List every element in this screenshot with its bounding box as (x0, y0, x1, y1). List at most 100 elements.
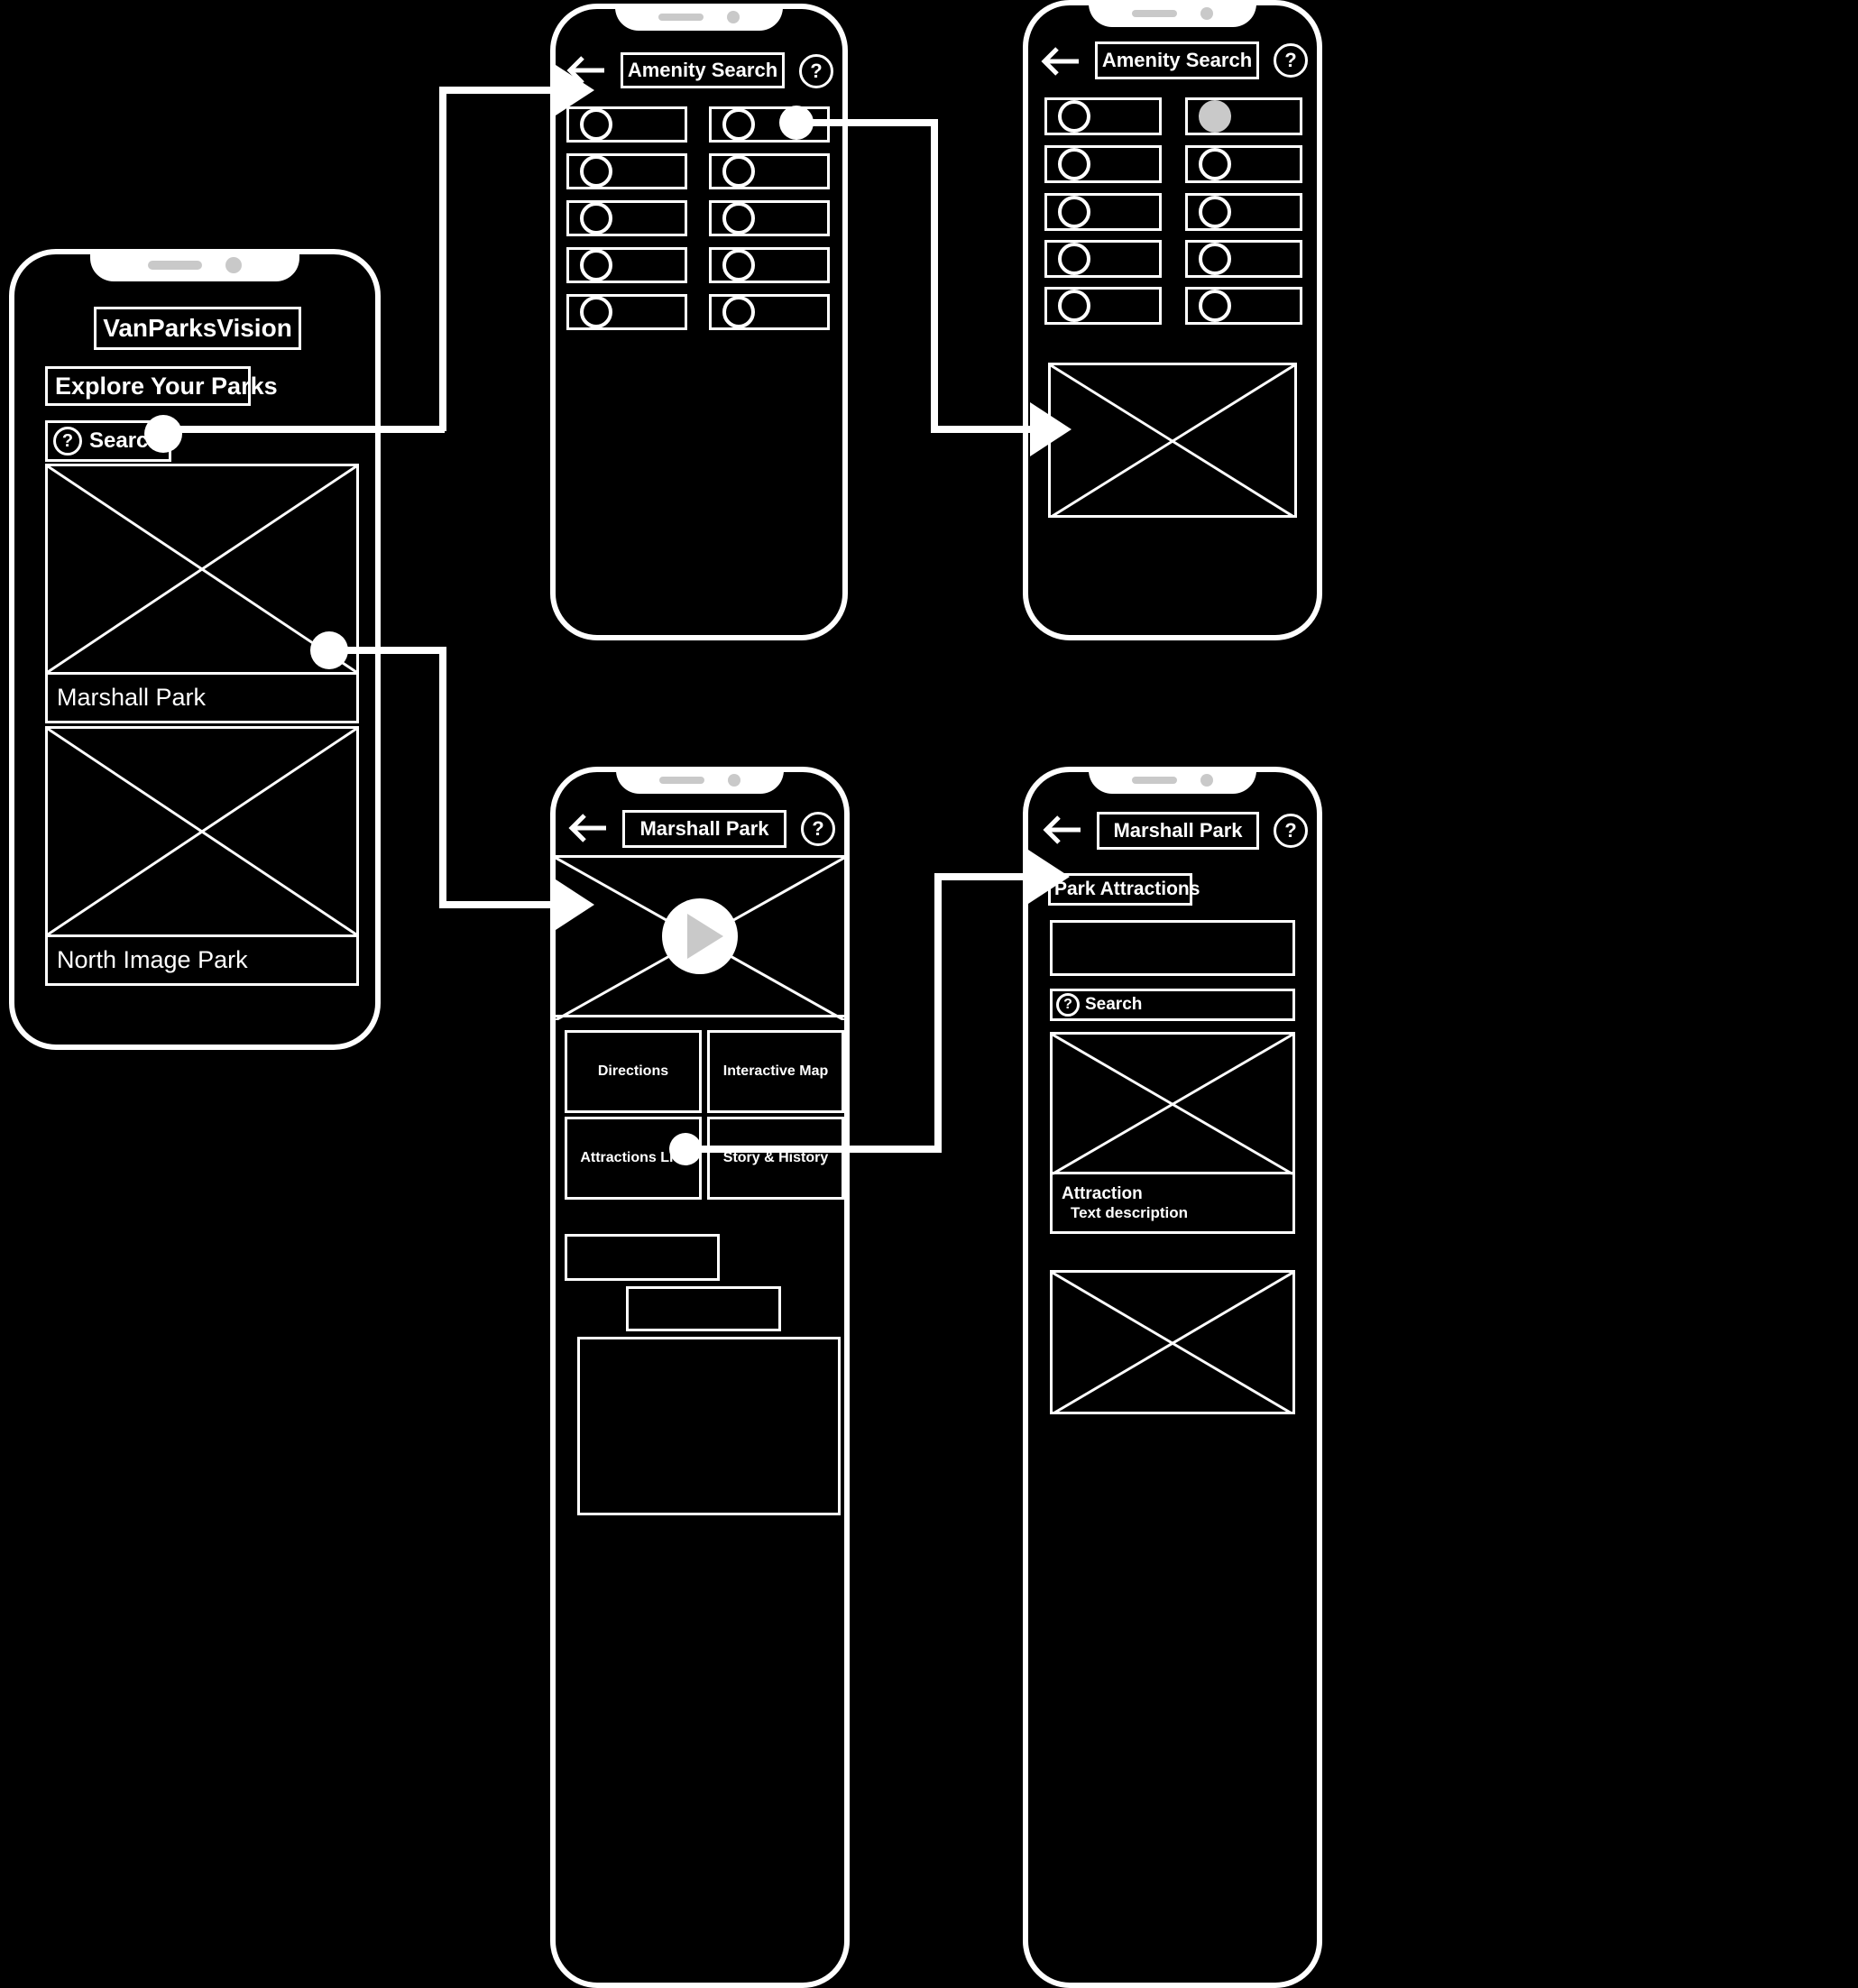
park-detail-screen: Marshall Park ? Directions Interactive M… (556, 772, 844, 1983)
flow-line (931, 119, 938, 433)
flow-arrow-to-park-attractions (1028, 850, 1070, 904)
tile-directions[interactable]: Directions (565, 1030, 702, 1113)
radio-circle-icon (1199, 196, 1231, 228)
image-placeholder-icon (1051, 365, 1294, 518)
search-label: Search (1085, 995, 1143, 1014)
radio-circle-icon (580, 296, 612, 328)
screen-title: Amenity Search (1095, 41, 1259, 79)
radio-circle-icon (1058, 243, 1090, 275)
radio-circle-icon (1199, 148, 1231, 180)
radio-circle-icon (1199, 290, 1231, 322)
amenity-option[interactable] (1185, 240, 1302, 278)
flow-line (685, 1146, 942, 1153)
radio-circle-icon (722, 249, 755, 281)
help-question-icon[interactable]: ? (1274, 43, 1308, 78)
amenity-option[interactable] (1044, 145, 1162, 183)
amenity-result-screen: Amenity Search ? (1028, 5, 1317, 635)
tile-interactive-map[interactable]: Interactive Map (707, 1030, 844, 1113)
flow-line (439, 901, 566, 908)
radio-circle-icon (722, 155, 755, 188)
amenity-option[interactable] (709, 200, 830, 236)
amenity-option[interactable] (566, 294, 687, 330)
radio-circle-icon (1058, 196, 1090, 228)
flow-line (934, 873, 942, 1153)
radio-circle-icon (580, 202, 612, 235)
radio-circle-icon (722, 108, 755, 141)
back-arrow-icon[interactable] (566, 810, 610, 846)
amenity-option[interactable] (709, 294, 830, 330)
amenity-option[interactable] (1185, 145, 1302, 183)
park-card-caption: Marshall Park (48, 672, 356, 721)
phone-park-attractions: Marshall Park ? Park Attractions ? Searc… (1023, 767, 1322, 1988)
radio-circle-selected-icon (1199, 100, 1231, 133)
amenity-option[interactable] (1044, 97, 1162, 135)
radio-circle-icon (1058, 100, 1090, 133)
amenity-option[interactable] (1044, 193, 1162, 231)
park-attractions-screen: Marshall Park ? Park Attractions ? Searc… (1028, 772, 1317, 1983)
flow-line (934, 873, 1035, 880)
flow-line (931, 426, 1035, 433)
radio-circle-icon (722, 202, 755, 235)
app-title: VanParksVision (94, 307, 301, 350)
content-block-1 (565, 1234, 720, 1281)
radio-circle-icon (580, 249, 612, 281)
help-question-icon[interactable]: ? (801, 812, 835, 846)
attraction-card-next[interactable] (1050, 1270, 1295, 1414)
amenity-option[interactable] (1044, 240, 1162, 278)
phone-amenity-search-result: Amenity Search ? (1023, 0, 1322, 640)
flow-arrow-to-amenity-result (1030, 402, 1072, 456)
screen-title: Marshall Park (1097, 812, 1259, 850)
amenity-option[interactable] (566, 247, 687, 283)
park-video-placeholder[interactable] (556, 855, 844, 1020)
flow-line (439, 87, 446, 431)
amenity-option[interactable] (566, 153, 687, 189)
screen-title: Marshall Park (622, 810, 786, 848)
amenity-search-screen: Amenity Search ? (556, 9, 842, 635)
help-question-icon[interactable]: ? (799, 54, 833, 88)
content-block-3 (577, 1337, 841, 1515)
amenity-option-selected[interactable] (1185, 97, 1302, 135)
amenity-option[interactable] (566, 200, 687, 236)
attraction-caption: Attraction Text description (1053, 1172, 1292, 1231)
back-arrow-icon[interactable] (1039, 43, 1082, 79)
radio-circle-icon (1058, 148, 1090, 180)
content-block-2 (626, 1286, 781, 1331)
radio-circle-icon (1199, 243, 1231, 275)
flow-line (797, 119, 938, 126)
phone-park-detail: Marshall Park ? Directions Interactive M… (550, 767, 850, 1988)
amenity-option[interactable] (1044, 287, 1162, 325)
attraction-name: Attraction (1062, 1183, 1143, 1203)
back-arrow-icon[interactable] (1041, 812, 1084, 848)
flow-line (163, 426, 445, 433)
flow-line (439, 647, 446, 908)
question-mark-icon: ? (1056, 993, 1080, 1017)
radio-circle-icon (722, 296, 755, 328)
amenity-option[interactable] (1185, 193, 1302, 231)
screen-title: Amenity Search (621, 52, 785, 88)
radio-circle-icon (580, 155, 612, 188)
park-card-marshall[interactable]: Marshall Park (45, 464, 359, 723)
amenity-option[interactable] (709, 153, 830, 189)
play-button[interactable] (662, 898, 738, 974)
flow-line (439, 87, 566, 94)
flow-arrow-to-amenity-search (553, 63, 594, 117)
flow-arrow-to-park-detail (553, 878, 594, 932)
attractions-summary-block (1050, 920, 1295, 976)
attraction-card[interactable]: Attraction Text description (1050, 1032, 1295, 1234)
section-heading-park-attractions: Park Attractions (1048, 873, 1200, 906)
phone-amenity-search: Amenity Search ? (550, 4, 848, 640)
tile-story-history[interactable]: Story & History (707, 1117, 844, 1200)
image-placeholder-icon (1053, 1273, 1292, 1414)
radio-circle-icon (1058, 290, 1090, 322)
search-field[interactable]: ? Search (1050, 989, 1295, 1021)
section-heading-explore: Explore Your Parks (45, 366, 278, 406)
question-mark-icon: ? (53, 427, 82, 456)
result-map-placeholder[interactable] (1048, 363, 1297, 518)
help-question-icon[interactable]: ? (1274, 814, 1308, 848)
amenity-option[interactable] (709, 247, 830, 283)
flow-source-dot-search (144, 415, 182, 453)
park-card-north-image[interactable]: North Image Park (45, 726, 359, 986)
amenity-option[interactable] (1185, 287, 1302, 325)
play-icon (687, 914, 723, 959)
attraction-description: Text description (1071, 1203, 1189, 1221)
